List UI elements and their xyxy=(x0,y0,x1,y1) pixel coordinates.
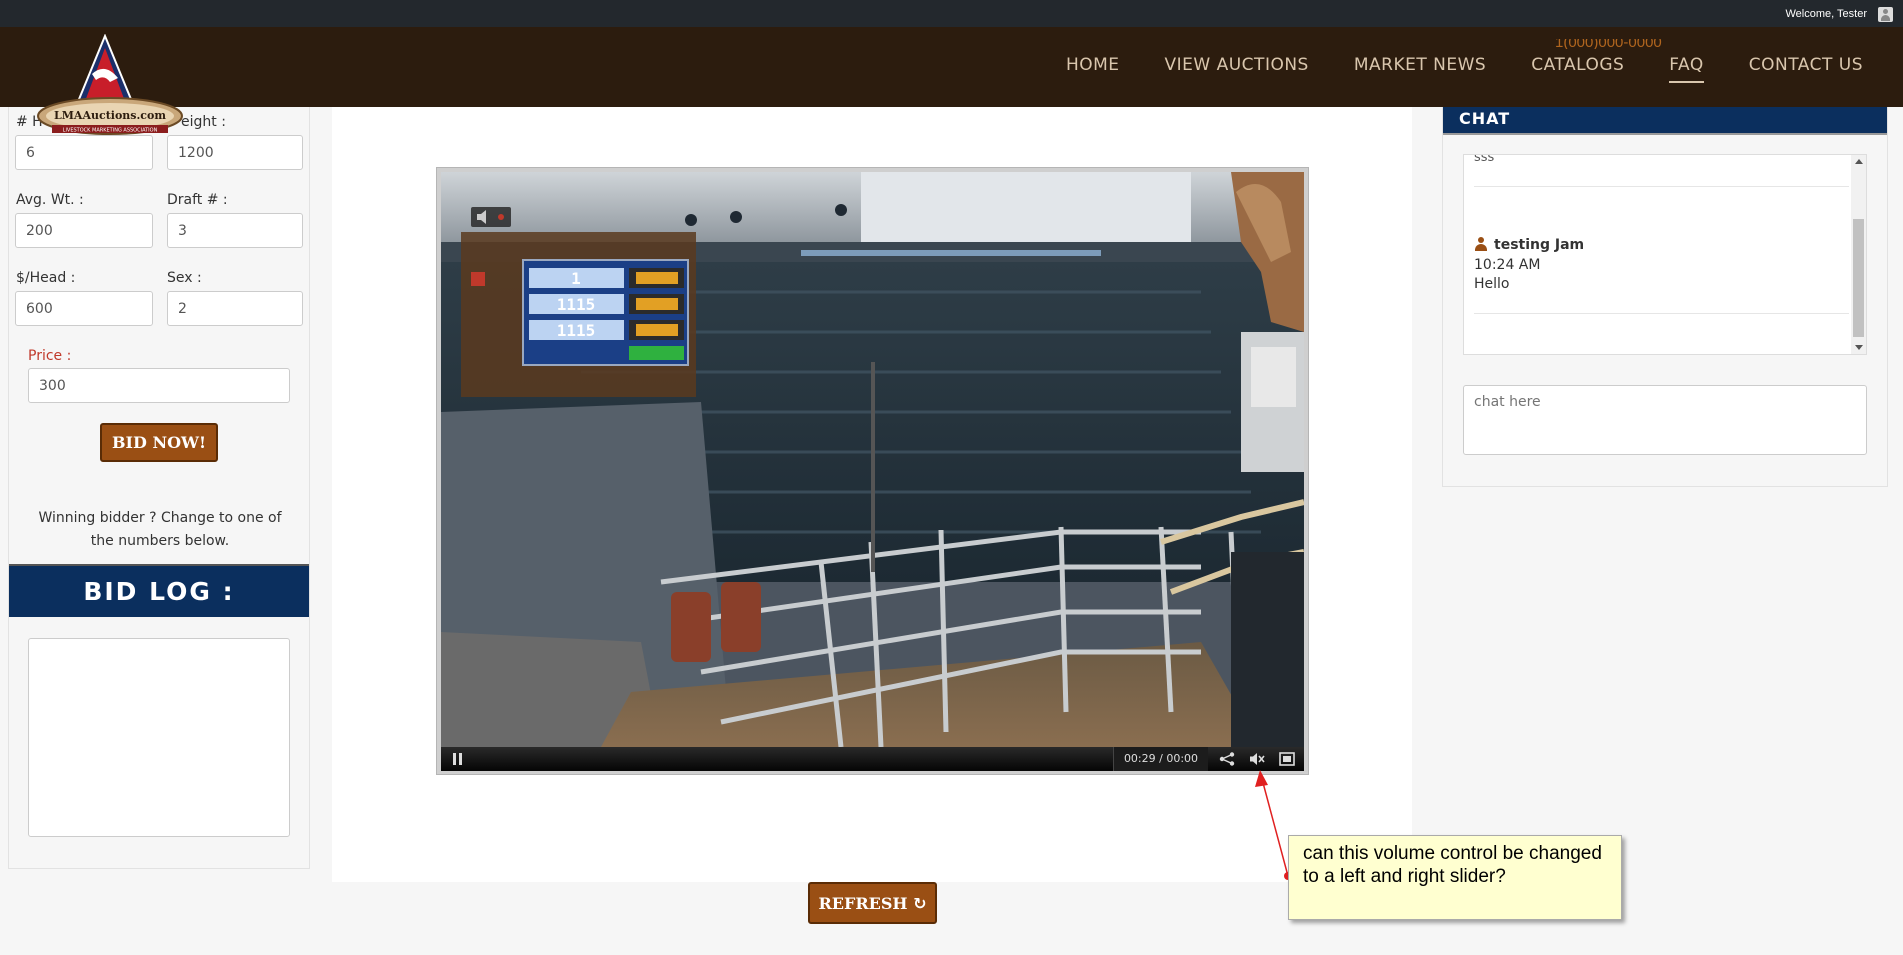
scroll-down-icon[interactable] xyxy=(1855,345,1863,350)
chat-input[interactable] xyxy=(1463,385,1867,455)
draft-label: Draft # : xyxy=(167,192,228,208)
video-player: 1 1115 1115 00:29 / 00:00 xyxy=(436,167,1309,775)
svg-text:LIVESTOCK MARKETING ASSOCIATIO: LIVESTOCK MARKETING ASSOCIATION xyxy=(63,128,158,134)
per-head-input[interactable] xyxy=(15,291,153,326)
chat-divider xyxy=(1474,186,1849,187)
bid-log-list[interactable] xyxy=(28,638,290,837)
sex-label: Sex : xyxy=(167,270,202,286)
user-avatar-icon[interactable] xyxy=(1878,7,1893,22)
chat-log[interactable]: sss testing Jam 10:24 AM Hello xyxy=(1463,154,1867,355)
bid-panel: # H eight : Avg. Wt. : Draft # : $/Head … xyxy=(8,107,310,869)
top-bar: Welcome, Tester xyxy=(0,0,1903,27)
refresh-label: REFRESH xyxy=(818,893,908,913)
overlay-number-2: 1115 xyxy=(557,295,596,314)
auction-ring-feed: 1 1115 1115 xyxy=(441,172,1304,747)
nav-catalogs[interactable]: CATALOGS xyxy=(1531,55,1624,83)
sex-input[interactable] xyxy=(167,291,303,326)
chat-scroll-thumb[interactable] xyxy=(1853,219,1864,337)
person-icon xyxy=(1474,237,1488,251)
bid-log-title: BID LOG : xyxy=(9,564,309,617)
chat-message-user: testing Jam xyxy=(1474,237,1584,253)
svg-text:LMAAuctions.com: LMAAuctions.com xyxy=(54,109,166,122)
main-nav: HOME VIEW AUCTIONS MARKET NEWS CATALOGS … xyxy=(1066,55,1863,83)
volume-mute-icon[interactable] xyxy=(1249,752,1265,766)
welcome-text: Welcome, Tester xyxy=(1785,8,1867,20)
refresh-button[interactable]: REFRESH ↻ xyxy=(808,882,937,924)
chat-divider xyxy=(1474,313,1849,314)
chat-panel: CHAT sss testing Jam 10:24 AM Hello xyxy=(1442,107,1888,487)
price-label: Price : xyxy=(28,348,72,364)
bid-now-button[interactable]: BID NOW! xyxy=(100,423,218,462)
chat-username: testing Jam xyxy=(1494,237,1585,253)
draft-input[interactable] xyxy=(167,213,303,248)
chat-title: CHAT xyxy=(1443,107,1887,135)
avg-wt-label: Avg. Wt. : xyxy=(16,192,84,208)
video-stream[interactable]: 1 1115 1115 xyxy=(441,172,1304,747)
pause-icon[interactable] xyxy=(453,753,462,765)
fullscreen-icon[interactable] xyxy=(1279,752,1295,766)
header-phone: 1(000)000-0000 xyxy=(1555,39,1662,49)
player-controls: 00:29 / 00:00 xyxy=(441,747,1304,771)
chat-prev-message: sss xyxy=(1474,154,1495,165)
refresh-icon: ↻ xyxy=(913,893,927,913)
per-head-label: $/Head : xyxy=(16,270,76,286)
chat-message-time: 10:24 AM xyxy=(1474,257,1541,273)
winning-bidder-text: Winning bidder ? Change to one of the nu… xyxy=(38,510,282,549)
nav-view-auctions[interactable]: VIEW AUCTIONS xyxy=(1165,55,1309,83)
site-logo[interactable]: LMAAuctions.com LIVESTOCK MARKETING ASSO… xyxy=(30,34,190,139)
overlay-number-3: 1115 xyxy=(557,321,596,340)
share-icon[interactable] xyxy=(1219,752,1235,766)
price-input[interactable] xyxy=(28,368,290,403)
avg-wt-input[interactable] xyxy=(15,213,153,248)
chat-message-text: Hello xyxy=(1474,276,1510,292)
site-header: 1(000)000-0000 HOME VIEW AUCTIONS MARKET… xyxy=(0,27,1903,107)
head-count-input[interactable] xyxy=(15,135,153,170)
nav-faq[interactable]: FAQ xyxy=(1669,55,1704,83)
overlay-number-1: 1 xyxy=(571,269,581,288)
chat-scrollbar[interactable] xyxy=(1851,155,1866,354)
nav-market-news[interactable]: MARKET NEWS xyxy=(1354,55,1486,83)
scroll-up-icon[interactable] xyxy=(1855,159,1863,164)
nav-contact-us[interactable]: CONTACT US xyxy=(1749,55,1863,83)
annotation-callout: can this volume control be changed to a … xyxy=(1288,835,1622,920)
nav-home[interactable]: HOME xyxy=(1066,55,1120,83)
weight-input[interactable] xyxy=(167,135,303,170)
player-time: 00:29 / 00:00 xyxy=(1113,747,1208,771)
